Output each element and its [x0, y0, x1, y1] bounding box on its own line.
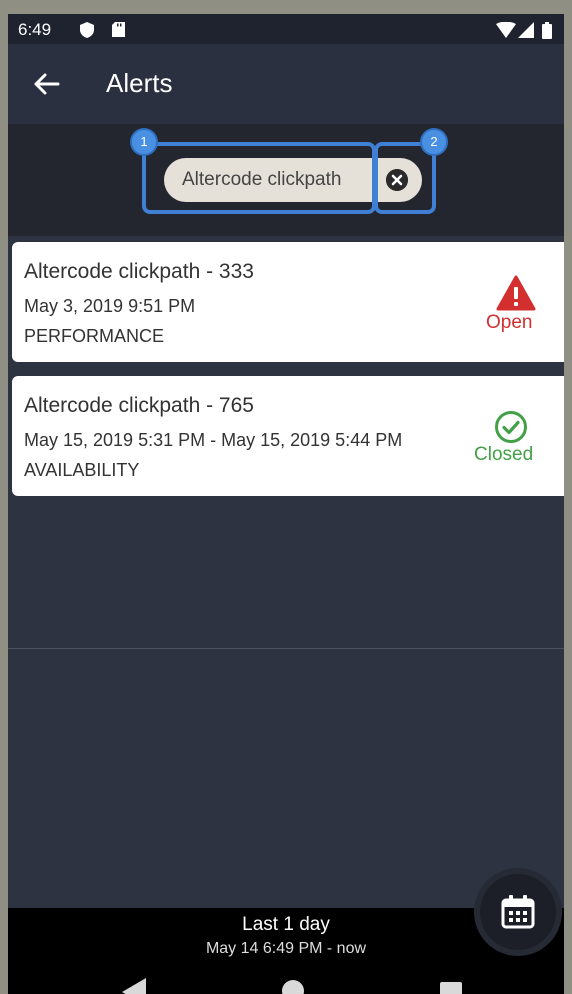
back-arrow-icon[interactable]	[32, 70, 60, 98]
sd-card-icon	[112, 22, 125, 37]
filter-strip: Altercode clickpath 1 2	[8, 124, 564, 236]
check-circle-icon	[495, 411, 527, 443]
status-bar: 6:49	[8, 14, 564, 44]
highlight-box-1	[142, 142, 376, 214]
calendar-icon	[501, 895, 535, 929]
time-range-subtitle: May 14 6:49 PM - now	[205, 940, 367, 957]
page-title: Alerts	[106, 68, 173, 98]
battery-icon	[542, 22, 552, 39]
phone-screen: 6:49 Alerts Altercode clickpath 1 2 Alte…	[8, 14, 564, 994]
nav-recents-icon[interactable]	[440, 978, 462, 994]
alert-type: AVAILABILITY	[24, 460, 140, 480]
alert-status: Closed	[474, 444, 534, 465]
alert-date: May 15, 2019 5:31 PM - May 15, 2019 5:44…	[24, 430, 403, 450]
app-bar: Alerts	[8, 44, 564, 124]
wifi-icon	[496, 22, 516, 38]
nav-back-icon[interactable]	[120, 978, 148, 994]
alert-card[interactable]: Altercode clickpath - 333 May 3, 2019 9:…	[12, 242, 564, 362]
alert-status: Open	[486, 312, 533, 333]
alert-type: PERFORMANCE	[24, 326, 165, 346]
alert-date: May 3, 2019 9:51 PM	[24, 296, 196, 316]
divider	[8, 648, 564, 649]
highlight-badge-2: 2	[422, 130, 446, 154]
highlight-box-2	[374, 142, 436, 214]
warning-icon	[496, 275, 536, 311]
nav-home-icon[interactable]	[280, 978, 306, 994]
shield-icon	[80, 22, 94, 38]
highlight-badge-1: 1	[132, 130, 156, 154]
alert-title: Altercode clickpath - 333	[24, 260, 254, 283]
signal-icon	[518, 22, 534, 38]
status-time: 6:49	[18, 20, 52, 39]
calendar-button[interactable]	[480, 874, 556, 950]
alert-card[interactable]: Altercode clickpath - 765 May 15, 2019 5…	[12, 376, 564, 496]
alert-title: Altercode clickpath - 765	[24, 394, 254, 417]
